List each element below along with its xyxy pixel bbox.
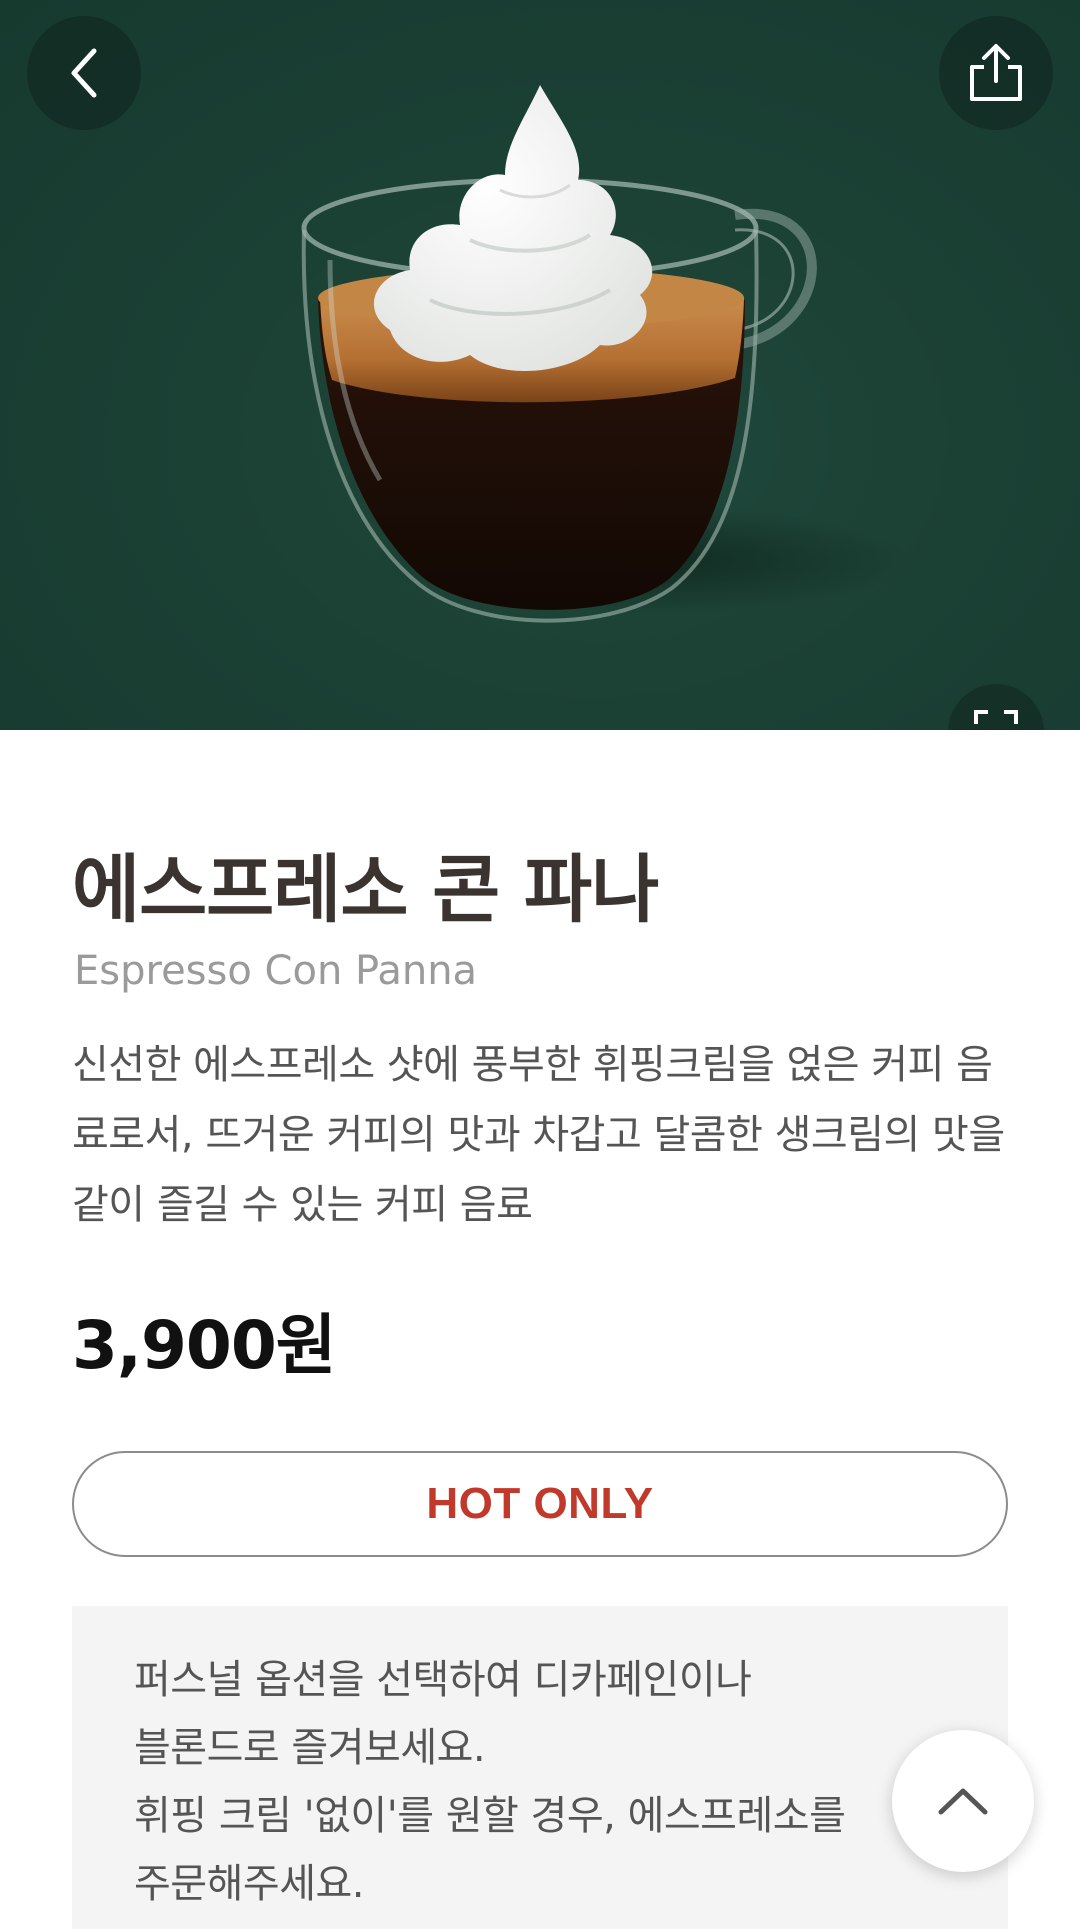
product-image [301,85,910,623]
back-button[interactable] [27,16,141,130]
chevron-left-icon [71,48,97,98]
product-detail-page: 에스프레소 콘 파나 Espresso Con Panna 신선한 에스프레소 … [0,0,1080,1929]
temperature-badge: HOT ONLY [72,1451,1008,1557]
personal-option-notice: 퍼스널 옵션을 선택하여 디카페인이나 블론드로 즐겨보세요. 휘핑 크림 '없… [72,1606,1008,1929]
chevron-up-icon [938,1788,988,1815]
notice-line: 주문해주세요. [134,1861,365,1907]
product-english-title: Espresso Con Panna [74,948,478,994]
product-title: 에스프레소 콘 파나 [72,847,659,933]
notice-line: 퍼스널 옵션을 선택하여 디카페인이나 [134,1657,752,1703]
product-price: 3,900원 [72,1307,336,1384]
scroll-to-top-button[interactable] [892,1730,1034,1872]
notice-line: 블론드로 즐겨보세요. [134,1725,486,1771]
notice-line: 휘핑 크림 '없이'를 원할 경우, 에스프레소를 [134,1793,846,1839]
product-hero [0,0,1080,730]
share-button[interactable] [939,16,1053,130]
share-icon [970,44,1022,101]
expand-icon [974,710,1018,724]
product-description: 신선한 에스프레소 샷에 풍부한 휘핑크림을 얹은 커피 음료로서, 뜨거운 커… [72,1042,1005,1228]
